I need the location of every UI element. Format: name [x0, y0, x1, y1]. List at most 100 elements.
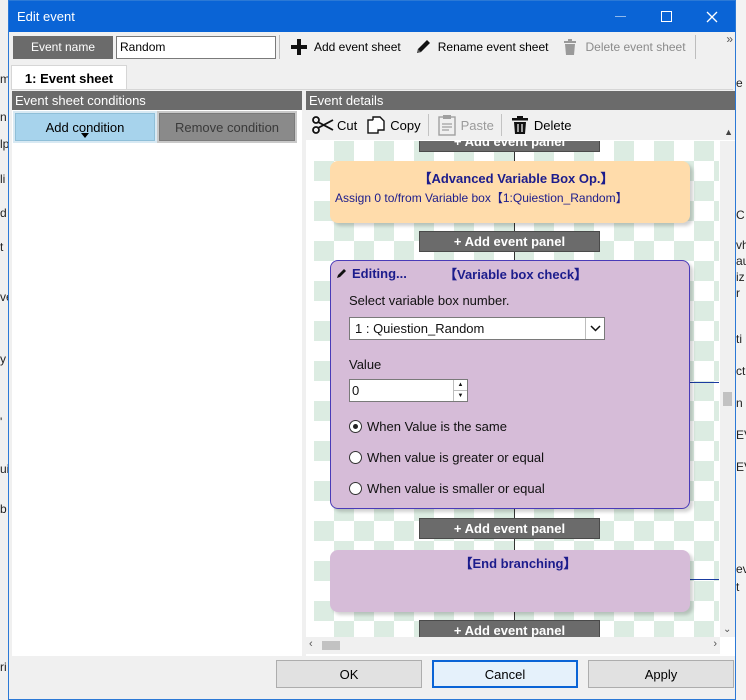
- toolbar-overflow-icon[interactable]: »: [726, 32, 733, 46]
- horizontal-scrollbar[interactable]: ‹ ›: [306, 637, 720, 654]
- bg-text: C: [736, 208, 745, 222]
- radio-label: When value is greater or equal: [367, 449, 545, 465]
- copy-button[interactable]: Copy: [361, 112, 424, 138]
- radio-selected-icon: [349, 419, 362, 433]
- bg-text: t: [736, 580, 740, 594]
- panel-title: 【Advanced Variable Box Op.】: [418, 171, 614, 186]
- tool-separator: [427, 114, 429, 136]
- apply-button[interactable]: Apply: [588, 660, 734, 688]
- add-event-sheet-label: Add event sheet: [314, 40, 401, 54]
- window-title: Edit event: [17, 9, 75, 24]
- panel-edit-header: Editing... 【Variable box check】: [331, 263, 689, 283]
- delete-button[interactable]: Delete: [505, 112, 576, 138]
- scroll-down-arrow-icon[interactable]: ⌄: [723, 624, 731, 635]
- panel-edit-body: Select variable box number. 1 : Quiestio…: [331, 293, 689, 498]
- bg-text: b: [0, 502, 7, 516]
- minimize-button[interactable]: [597, 1, 643, 32]
- event-name-input[interactable]: [116, 35, 276, 59]
- event-sheet-conditions-pane: Event sheet conditions Add condition Rem…: [12, 91, 302, 656]
- bg-text: ev: [736, 562, 746, 576]
- chevron-down-icon: [585, 318, 604, 339]
- variable-box-check-panel: Editing... 【Variable box check】 Select v…: [330, 260, 690, 509]
- bg-text: n: [0, 110, 7, 124]
- bg-text: ': [0, 415, 3, 429]
- cancel-button[interactable]: Cancel: [432, 660, 578, 688]
- copy-label: Copy: [390, 117, 421, 133]
- ok-button[interactable]: OK: [276, 660, 422, 688]
- variable-box-select[interactable]: 1 : Quiestion_Random: [349, 317, 605, 340]
- toolbar-separator: [694, 35, 696, 59]
- bg-text: n: [736, 396, 743, 410]
- scroll-up-arrow-icon[interactable]: ▲: [724, 127, 733, 137]
- add-event-panel-button[interactable]: + Add event panel: [419, 231, 600, 252]
- pencil-icon: [337, 269, 346, 278]
- add-event-panel-button[interactable]: + Add event panel: [419, 518, 600, 539]
- bg-text: ti: [736, 332, 742, 346]
- bg-text: li: [0, 172, 6, 186]
- toolbar-separator: [279, 35, 280, 59]
- horizontal-scroll-thumb[interactable]: [322, 641, 340, 650]
- close-icon: [706, 11, 718, 22]
- scroll-left-arrow-icon[interactable]: ‹: [309, 638, 313, 650]
- bg-text: iz: [736, 270, 745, 284]
- cut-label: Cut: [337, 117, 358, 133]
- bg-text: EV: [736, 460, 746, 474]
- rename-event-sheet-label: Rename event sheet: [437, 40, 549, 54]
- bg-text: vh: [736, 238, 746, 252]
- panel-description: Assign 0 to/from Variable box【1:Quiestio…: [335, 191, 628, 205]
- trash-icon: [509, 114, 531, 136]
- bg-text: y: [0, 352, 6, 366]
- value-input[interactable]: 0: [350, 380, 453, 401]
- pencil-icon: [413, 37, 433, 57]
- vertical-scrollbar[interactable]: ⌄: [720, 141, 735, 637]
- add-condition-button[interactable]: Add condition: [13, 111, 157, 143]
- event-panel-canvas[interactable]: + Add event panel 【Advanced Variable Box…: [314, 141, 719, 637]
- variable-box-select-value: 1 : Quiestion_Random: [355, 321, 485, 336]
- stepper-down-icon[interactable]: ▼: [454, 390, 467, 401]
- tab-event-sheet-1[interactable]: 1: Event sheet: [11, 65, 127, 90]
- panel-title: 【Variable box check】: [444, 266, 588, 282]
- delete-label: Delete: [533, 117, 572, 133]
- scroll-right-arrow-icon[interactable]: ›: [713, 638, 717, 650]
- tool-separator: [500, 114, 502, 136]
- bg-text: t: [0, 240, 4, 254]
- end-branching-panel[interactable]: 【End branching】: [330, 550, 690, 612]
- close-button[interactable]: [689, 1, 735, 32]
- add-event-panel-button[interactable]: + Add event panel: [419, 620, 600, 637]
- event-details-toolbar: Cut Copy Paste Delete: [306, 110, 735, 140]
- delete-event-sheet-button[interactable]: Delete event sheet: [554, 34, 691, 60]
- conditions-header: Event sheet conditions: [12, 91, 302, 110]
- radio-label: When value is smaller or equal: [367, 480, 545, 496]
- clipboard-icon: [436, 114, 458, 136]
- add-event-sheet-button[interactable]: Add event sheet: [283, 34, 407, 60]
- dropdown-caret-icon: [81, 133, 89, 138]
- stepper-up-icon[interactable]: ▲: [454, 380, 467, 390]
- main-toolbar: Event name Add event sheet Rename event …: [9, 32, 735, 62]
- value-label: Value: [349, 357, 382, 372]
- radio-unselected-icon: [349, 450, 362, 464]
- event-details-pane: Event details Cut Copy Paste Delete ▲ + …: [306, 91, 735, 656]
- event-details-header: Event details: [306, 91, 735, 110]
- tab-divider: [11, 89, 733, 90]
- radio-when-smaller-or-equal[interactable]: When value is smaller or equal: [349, 478, 689, 498]
- maximize-button[interactable]: [643, 1, 689, 32]
- vertical-scroll-thumb[interactable]: [723, 392, 732, 406]
- trash-icon: [560, 37, 580, 57]
- event-name-label: Event name: [13, 35, 113, 59]
- cut-button[interactable]: Cut: [308, 112, 361, 138]
- remove-condition-label: Remove condition: [174, 119, 280, 135]
- rename-event-sheet-button[interactable]: Rename event sheet: [407, 34, 555, 60]
- value-stepper[interactable]: 0 ▲ ▼: [349, 379, 468, 402]
- title-bar[interactable]: Edit event: [9, 1, 735, 32]
- advanced-variable-box-panel[interactable]: 【Advanced Variable Box Op.】 Assign 0 to/…: [330, 161, 690, 223]
- bg-text: r: [736, 286, 740, 300]
- add-event-panel-button[interactable]: + Add event panel: [419, 141, 600, 152]
- bg-text: ri: [0, 660, 7, 674]
- radio-when-greater-or-equal[interactable]: When value is greater or equal: [349, 447, 689, 467]
- branch-line: [690, 382, 719, 383]
- remove-condition-button[interactable]: Remove condition: [157, 111, 297, 143]
- paste-button[interactable]: Paste: [432, 112, 498, 138]
- editing-status: Editing...: [352, 265, 407, 281]
- bg-text: d: [0, 206, 7, 220]
- radio-when-same[interactable]: When Value is the same: [349, 416, 689, 436]
